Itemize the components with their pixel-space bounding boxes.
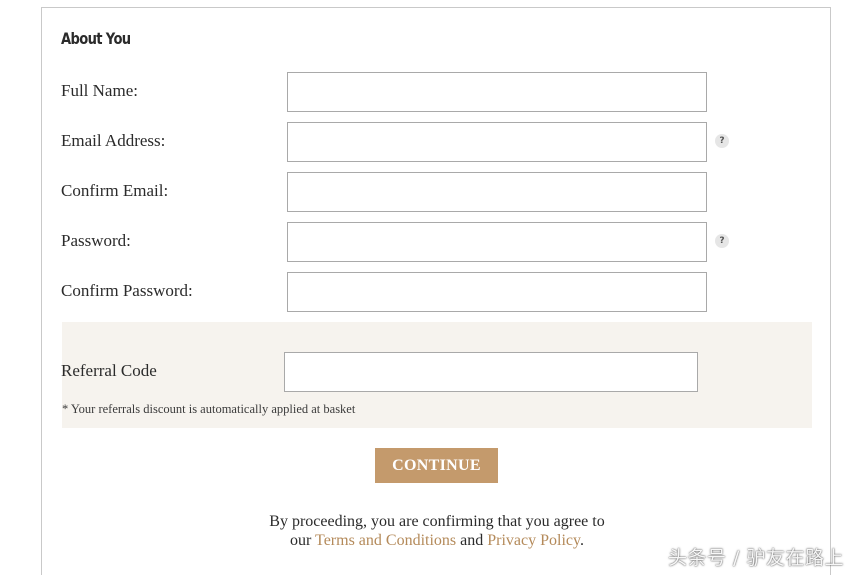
password-label: Password: [61,231,131,250]
confirm-password-label: Confirm Password: [61,281,193,300]
privacy-link[interactable]: Privacy Policy [487,532,580,549]
referral-code-input[interactable] [284,352,698,392]
referral-note: * Your referrals discount is automatical… [62,402,356,416]
confirm-email-label: Confirm Email: [61,181,169,200]
confirm-password-input[interactable] [287,272,707,312]
legal-conjunction: and [460,532,484,549]
full-name-label: Full Name: [61,81,138,100]
password-help-icon[interactable]: ? [715,234,729,248]
email-help-icon[interactable]: ? [715,134,729,148]
legal-line-1: By proceeding, you are confirming that y… [269,513,605,530]
legal-line-2: our Terms and Conditions and Privacy Pol… [200,531,674,550]
section-title: About You [61,29,131,48]
legal-suffix: . [579,532,584,549]
watermark: 头条号 / 驴友在路上 [668,547,844,569]
full-name-input[interactable] [287,72,707,112]
confirm-email-input[interactable] [287,172,707,212]
referral-code-label: Referral Code [61,361,157,380]
continue-button[interactable]: CONTINUE [375,448,498,483]
legal-text: By proceeding, you are confirming that y… [200,512,674,550]
email-address-label: Email Address: [61,131,166,150]
email-address-input[interactable] [287,122,707,162]
terms-link[interactable]: Terms and Conditions [315,532,456,549]
password-input[interactable] [287,222,707,262]
legal-prefix: our [290,532,312,549]
